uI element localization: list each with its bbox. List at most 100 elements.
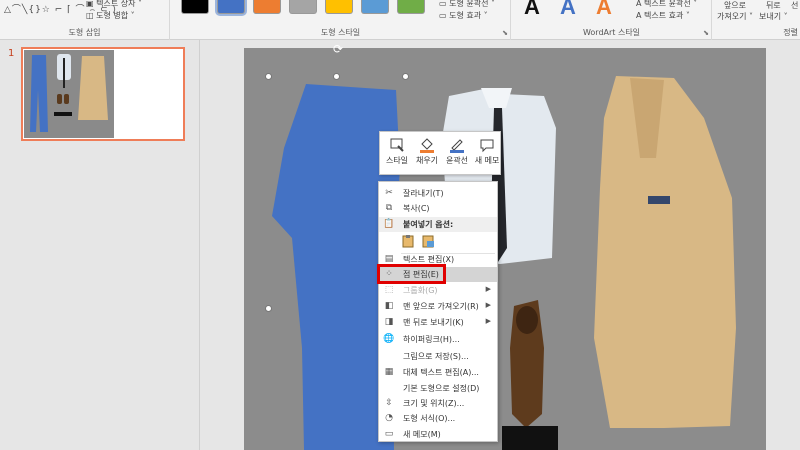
- submenu-arrow-icon: ▶: [485, 301, 491, 309]
- menu-item-size-and-position[interactable]: ⇳ 크기 및 위치(Z)...: [379, 396, 497, 411]
- selection-handle-top-right[interactable]: [403, 74, 408, 79]
- menu-item-label: 그룹화(G): [403, 286, 438, 295]
- shape-styles-group: ▭ 도형 윤곽선 ˅ ▭ 도형 효과 ˅ 도형 스타일 ⬊: [171, 0, 511, 40]
- scissors-icon: ✂: [385, 188, 393, 198]
- arrange-group-label: 정렬: [783, 28, 798, 37]
- rotate-handle-icon[interactable]: ⟳: [333, 42, 343, 56]
- ribbon: △⌒╲{}☆ ⌐ ⌈ ⌒ ⌢ ⊂ ⟩ ▣ 텍스트 상자 ˅ ◫ 도형 병합 ˅ …: [0, 0, 800, 40]
- paste-keep-formatting-icon[interactable]: [401, 234, 415, 248]
- new-comment-label: 새 메모: [474, 156, 500, 165]
- menu-item-label: 하이퍼링크(H)...: [403, 335, 460, 344]
- submenu-arrow-icon: ▶: [485, 317, 491, 325]
- menu-item-label: 맨 뒤로 보내기(K): [403, 318, 464, 327]
- shape-styles-group-label: 도형 스타일: [320, 28, 361, 37]
- slide-thumbnail[interactable]: [21, 47, 185, 141]
- bring-forward-label-2: 가져오기 ˅: [717, 12, 753, 21]
- text-effects-label: 텍스트 효과 ˅: [644, 11, 690, 20]
- selection-handle-top[interactable]: [334, 74, 339, 79]
- globe-link-icon: 🌐: [383, 334, 395, 344]
- shape-style-swatch[interactable]: [325, 0, 353, 14]
- outline-label: 윤곽선: [445, 156, 469, 165]
- menu-item-label: 크기 및 위치(Z)...: [403, 399, 465, 408]
- outline-button[interactable]: 윤곽선: [442, 134, 472, 174]
- mini-toolbar: 스타일 채우기 윤곽선 새 메모: [379, 131, 501, 175]
- slide-thumbnail-pane: 1: [0, 40, 200, 450]
- shape-style-swatch[interactable]: [397, 0, 425, 14]
- alt-text-icon: ▦: [384, 367, 394, 377]
- menu-item-edit-alt-text[interactable]: ▦ 대체 텍스트 편집(A)...: [379, 365, 497, 380]
- paste-picture-icon[interactable]: [421, 234, 435, 248]
- bring-forward-button[interactable]: 앞으로 가져오기 ˅: [717, 0, 753, 22]
- arrange-group: 앞으로 가져오기 ˅ 뒤로 보내기 ˅ 선 정렬: [713, 0, 800, 40]
- slide-number: 1: [8, 48, 15, 59]
- insert-shapes-group: △⌒╲{}☆ ⌐ ⌈ ⌒ ⌢ ⊂ ⟩ ▣ 텍스트 상자 ˅ ◫ 도형 병합 ˅ …: [0, 0, 170, 40]
- shape-style-swatch[interactable]: [217, 0, 245, 14]
- paint-bucket-icon: [420, 138, 434, 153]
- textbox-label: 텍스트 상자 ˅: [96, 0, 142, 8]
- style-icon: [390, 138, 404, 152]
- menu-header-paste-options: 📋 붙여넣기 옵션:: [379, 217, 497, 232]
- style-label: 스타일: [385, 156, 409, 165]
- shape-style-swatch[interactable]: [289, 0, 317, 14]
- size-position-icon: ⇳: [385, 398, 393, 408]
- menu-item-label: 대체 텍스트 편집(A)...: [403, 368, 479, 377]
- send-backward-label-1: 뒤로: [765, 1, 781, 10]
- menu-item-label: 잘라내기(T): [403, 189, 444, 198]
- shape-outline-label: 도형 윤곽선 ˅: [449, 0, 495, 8]
- format-shape-icon: ◔: [385, 413, 393, 423]
- shape-style-swatch[interactable]: [181, 0, 209, 14]
- menu-item-save-as-picture[interactable]: 그림으로 저장(S)...: [379, 349, 497, 364]
- menu-item-copy[interactable]: ⧉ 복사(C): [379, 201, 497, 216]
- shape-effects-label: 도형 효과 ˅: [449, 11, 488, 20]
- highlight-box: [377, 264, 446, 284]
- menu-item-label: 새 메모(M): [403, 430, 441, 439]
- menu-item-format-shape[interactable]: ◔ 도형 서식(O)...: [379, 411, 497, 426]
- clipboard-icon: 📋: [383, 219, 395, 229]
- new-comment-button[interactable]: 새 메모: [472, 134, 502, 174]
- menu-item-cut[interactable]: ✂ 잘라내기(T): [379, 186, 497, 201]
- bring-to-front-icon: ◧: [384, 301, 394, 311]
- dialog-launcher-icon[interactable]: ⬊: [703, 29, 709, 37]
- menu-item-label: 그림으로 저장(S)...: [403, 352, 469, 361]
- slide-canvas: ⟳: [244, 42, 766, 450]
- send-backward-label-2: 보내기 ˅: [759, 12, 788, 21]
- menu-item-set-default-shape[interactable]: 기본 도형으로 설정(D): [379, 381, 497, 396]
- merge-shapes-button[interactable]: ◫ 도형 병합 ˅: [86, 10, 135, 21]
- wordart-styles-group-label: WordArt 스타일: [582, 28, 641, 37]
- selection-handle-top-left[interactable]: [266, 74, 271, 79]
- text-outline-button[interactable]: A 텍스트 윤곽선 ˅: [636, 0, 697, 9]
- text-outline-label: 텍스트 윤곽선 ˅: [644, 0, 698, 8]
- clothing-picture[interactable]: [244, 48, 766, 450]
- shape-style-swatch[interactable]: [361, 0, 389, 14]
- send-to-back-icon: ◨: [384, 317, 394, 327]
- wordart-style-2[interactable]: A: [560, 0, 576, 20]
- menu-item-new-comment[interactable]: ▭ 새 메모(M): [379, 427, 497, 442]
- wordart-style-3[interactable]: A: [596, 0, 612, 20]
- shape-style-swatch[interactable]: [253, 0, 281, 14]
- context-menu: ✂ 잘라내기(T) ⧉ 복사(C) 📋 붙여넣기 옵션: ▤ 텍스트 편집(X)…: [378, 181, 498, 442]
- fill-button[interactable]: 채우기: [412, 134, 442, 174]
- slide-editor: ⟳: [201, 40, 800, 450]
- send-backward-button[interactable]: 뒤로 보내기 ˅: [759, 0, 788, 22]
- wordart-styles-group: A A A A 텍스트 윤곽선 ˅ A 텍스트 효과 ˅ WordArt 스타일…: [512, 0, 712, 40]
- comment-icon: [480, 139, 494, 153]
- menu-item-hyperlink[interactable]: 🌐 하이퍼링크(H)...: [379, 332, 497, 347]
- fill-label: 채우기: [415, 156, 439, 165]
- dialog-launcher-icon[interactable]: ⬊: [502, 29, 508, 37]
- thumbnail-picture: [24, 50, 114, 138]
- menu-item-group[interactable]: ⬚ 그룹화(G) ▶: [379, 283, 497, 298]
- selection-handle-left[interactable]: [266, 306, 271, 311]
- comment-icon: ▭: [384, 429, 394, 439]
- submenu-arrow-icon: ▶: [485, 285, 491, 293]
- text-effects-button[interactable]: A 텍스트 효과 ˅: [636, 10, 690, 21]
- menu-item-label: 맨 앞으로 가져오기(R): [403, 302, 479, 311]
- menu-item-send-to-back[interactable]: ◨ 맨 뒤로 보내기(K) ▶: [379, 315, 497, 330]
- style-button[interactable]: 스타일: [382, 134, 412, 174]
- menu-item-bring-to-front[interactable]: ◧ 맨 앞으로 가져오기(R) ▶: [379, 299, 497, 314]
- merge-shapes-label: 도형 병합 ˅: [96, 11, 135, 20]
- shape-outline-button[interactable]: ▭ 도형 윤곽선 ˅: [439, 0, 495, 9]
- textbox-button[interactable]: ▣ 텍스트 상자 ˅: [86, 0, 142, 9]
- selection-pane-button[interactable]: 선: [791, 0, 798, 11]
- wordart-style-1[interactable]: A: [524, 0, 540, 20]
- shape-effects-button[interactable]: ▭ 도형 효과 ˅: [439, 10, 488, 21]
